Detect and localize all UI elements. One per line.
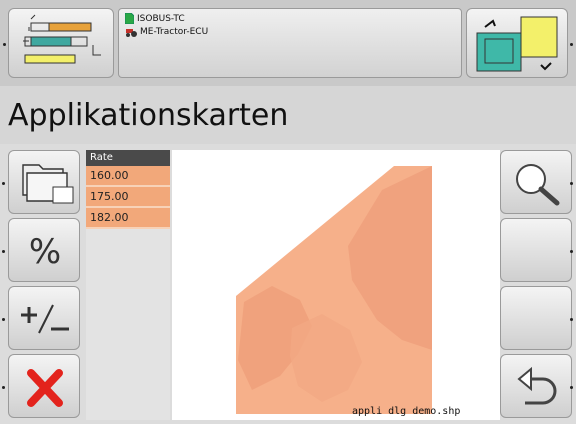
implement-section-icon [23, 14, 101, 64]
right-softkey-3[interactable] [500, 286, 572, 350]
percent-button[interactable]: % [8, 218, 80, 282]
right-key-marker [570, 318, 573, 321]
rate-table: Rate 160.00 175.00 182.00 [86, 150, 170, 420]
document-icon [125, 13, 134, 24]
folder-icon [22, 164, 74, 204]
left-marker [3, 43, 6, 46]
open-file-button[interactable] [8, 150, 80, 214]
left-key-marker [2, 250, 5, 253]
page-title: Applikationskarten [8, 98, 289, 133]
return-icon [517, 366, 557, 405]
application-map[interactable] [172, 150, 500, 420]
left-key-marker [2, 318, 5, 321]
percent-icon: % [29, 232, 61, 272]
switch-view-icon [476, 16, 558, 72]
implement-button[interactable] [8, 8, 114, 78]
zoom-button[interactable] [500, 150, 572, 214]
return-button[interactable] [500, 354, 572, 418]
field-map-shape [236, 166, 432, 414]
zoom-icon [516, 164, 560, 206]
info-panel: ISOBUS-TC ME-Tractor-ECU [118, 8, 462, 78]
right-key-marker [570, 250, 573, 253]
info-line-ecu: ME-Tractor-ECU [140, 27, 209, 37]
plus-minus-button[interactable] [8, 286, 80, 350]
table-row[interactable]: 182.00 [86, 208, 170, 229]
percent-symbol: % [29, 232, 61, 272]
map-filename: appli dlg demo.shp [352, 406, 461, 417]
left-key-marker [2, 386, 5, 389]
cancel-x-icon [27, 369, 63, 407]
left-key-marker [2, 182, 5, 185]
right-key-marker [570, 182, 573, 185]
right-key-marker [570, 386, 573, 389]
table-row[interactable]: 175.00 [86, 187, 170, 208]
tractor-icon [126, 29, 137, 37]
info-line-tc: ISOBUS-TC [137, 13, 185, 24]
right-softkey-2[interactable] [500, 218, 572, 282]
rate-table-header: Rate [86, 150, 170, 166]
cancel-button[interactable] [8, 354, 80, 418]
table-row[interactable]: 160.00 [86, 166, 170, 187]
plus-minus-icon [21, 304, 69, 334]
switch-view-button[interactable] [466, 8, 568, 78]
right-marker [570, 43, 573, 46]
